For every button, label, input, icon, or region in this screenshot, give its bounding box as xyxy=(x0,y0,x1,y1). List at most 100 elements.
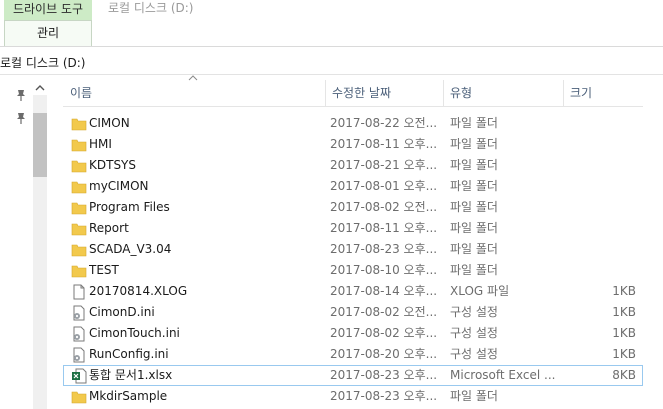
file-type: 파일 폴더 xyxy=(450,116,498,130)
file-type: 구성 설정 xyxy=(450,326,498,340)
file-size: 8KB xyxy=(612,368,636,382)
file-type: 파일 폴더 xyxy=(450,137,498,151)
file-row[interactable]: 20170814.XLOG 2017-08-14 오후... XLOG 파일 1KB xyxy=(63,281,643,302)
column-type[interactable]: 유형 xyxy=(443,80,563,106)
column-size[interactable]: 크기 xyxy=(563,80,643,106)
file-date-modified: 2017-08-02 오전... xyxy=(330,305,438,319)
file-list: CIMON 2017-08-22 오전... 파일 폴더 HMI 2017-08-11 … xyxy=(63,113,643,407)
pin-icon[interactable] xyxy=(14,88,28,102)
file-name: 20170814.XLOG xyxy=(89,284,188,298)
file-size xyxy=(566,386,636,407)
folder-row[interactable]: HMI 2017-08-11 오후... 파일 폴더 xyxy=(63,134,643,155)
column-name[interactable]: 이름 xyxy=(63,80,325,106)
file-size xyxy=(566,134,636,155)
manage-tab[interactable]: 관리 xyxy=(4,20,92,46)
folder-icon xyxy=(71,181,87,194)
folder-icon xyxy=(71,160,87,173)
file-date-modified: 2017-08-21 오후... xyxy=(330,158,438,172)
window-title: 로컬 디스크 (D:) xyxy=(108,1,194,15)
file-date-modified: 2017-08-02 오전... xyxy=(330,200,438,214)
folder-row[interactable]: KDTSYS 2017-08-21 오후... 파일 폴더 xyxy=(63,155,643,176)
file-name: Program Files xyxy=(89,200,170,214)
file-date-modified: 2017-08-11 오후... xyxy=(330,137,438,151)
file-size xyxy=(566,197,636,218)
file-size xyxy=(566,260,636,281)
folder-icon xyxy=(71,223,87,236)
folder-icon xyxy=(71,265,87,278)
config-file-icon xyxy=(73,305,85,321)
file-size: 1KB xyxy=(612,305,636,319)
excel-file-icon xyxy=(72,368,87,384)
file-name: Report xyxy=(89,221,129,235)
column-header: 이름 수정한 날짜 유형 크기 xyxy=(63,75,643,107)
file-date-modified: 2017-08-10 오후... xyxy=(330,263,438,277)
folder-icon xyxy=(71,391,87,404)
config-file-icon xyxy=(73,326,85,342)
file-type: 파일 폴더 xyxy=(450,263,498,277)
folder-row[interactable]: TEST 2017-08-10 오후... 파일 폴더 xyxy=(63,260,643,281)
file-date-modified: 2017-08-20 오후... xyxy=(330,347,438,361)
folder-icon xyxy=(71,139,87,152)
file-size xyxy=(566,113,636,134)
folder-row[interactable]: SCADA_V3.04 2017-08-23 오후... 파일 폴더 xyxy=(63,239,643,260)
folder-row[interactable]: MkdirSample 2017-08-23 오후... 파일 폴더 xyxy=(63,386,643,407)
file-size xyxy=(566,155,636,176)
column-date-modified[interactable]: 수정한 날짜 xyxy=(325,80,443,106)
file-name: MkdirSample xyxy=(89,389,168,403)
file-size xyxy=(566,218,636,239)
file-name: 통합 문서1.xlsx xyxy=(89,368,173,382)
file-type: Microsoft Excel ... xyxy=(450,368,556,382)
file-size: 1KB xyxy=(612,326,636,340)
folder-icon xyxy=(71,244,87,257)
file-name: CIMON xyxy=(89,116,130,130)
ribbon: 드라이브 도구 관리 로컬 디스크 (D:) xyxy=(0,0,663,47)
file-date-modified: 2017-08-23 오후... xyxy=(330,389,438,403)
file-date-modified: 2017-08-01 오후... xyxy=(330,179,438,193)
folder-row[interactable]: Program Files 2017-08-02 오전... 파일 폴더 xyxy=(63,197,643,218)
config-file-icon xyxy=(73,347,85,363)
file-size: 1KB xyxy=(612,347,636,361)
file-row[interactable]: CimonTouch.ini 2017-08-02 오후... 구성 설정 1KB xyxy=(63,323,643,344)
file-type: 파일 폴더 xyxy=(450,158,498,172)
file-date-modified: 2017-08-23 오후... xyxy=(330,368,438,382)
file-date-modified: 2017-08-14 오후... xyxy=(330,284,438,298)
file-type: 파일 폴더 xyxy=(450,242,498,256)
scrollbar-thumb[interactable] xyxy=(33,113,47,177)
file-type: 구성 설정 xyxy=(450,347,498,361)
folder-icon xyxy=(71,202,87,215)
file-size xyxy=(566,239,636,260)
file-icon xyxy=(73,284,85,300)
folder-row[interactable]: myCIMON 2017-08-01 오후... 파일 폴더 xyxy=(63,176,643,197)
file-type: 파일 폴더 xyxy=(450,200,498,214)
file-type: 구성 설정 xyxy=(450,305,498,319)
address-path: 로컬 디스크 (D:) xyxy=(0,56,86,70)
file-type: 파일 폴더 xyxy=(450,221,498,235)
file-type: 파일 폴더 xyxy=(450,389,498,403)
file-name: HMI xyxy=(89,137,112,151)
pin-icon[interactable] xyxy=(14,111,28,125)
file-name: TEST xyxy=(89,263,119,277)
folder-icon xyxy=(71,118,87,131)
file-name: CimonTouch.ini xyxy=(89,326,180,340)
file-row[interactable]: 통합 문서1.xlsx 2017-08-23 오후... Microsoft Exc… xyxy=(63,365,643,386)
file-date-modified: 2017-08-11 오후... xyxy=(330,221,438,235)
file-name: RunConfig.ini xyxy=(89,347,169,361)
address-bar[interactable]: 로컬 디스크 (D:) xyxy=(0,52,663,75)
file-type: 파일 폴더 xyxy=(450,179,498,193)
file-size xyxy=(566,176,636,197)
file-name: CimonD.ini xyxy=(89,305,155,319)
scroll-up-icon[interactable] xyxy=(33,82,47,94)
file-row[interactable]: RunConfig.ini 2017-08-20 오후... 구성 설정 1KB xyxy=(63,344,643,365)
folder-row[interactable]: Report 2017-08-11 오후... 파일 폴더 xyxy=(63,218,643,239)
file-date-modified: 2017-08-22 오전... xyxy=(330,116,438,130)
drive-tools-tab-header[interactable]: 드라이브 도구 xyxy=(4,0,92,20)
file-name: KDTSYS xyxy=(89,158,137,172)
file-size: 1KB xyxy=(612,284,636,298)
file-name: myCIMON xyxy=(89,179,149,193)
file-type: XLOG 파일 xyxy=(450,284,510,298)
folder-row[interactable]: CIMON 2017-08-22 오전... 파일 폴더 xyxy=(63,113,643,134)
file-name: SCADA_V3.04 xyxy=(89,242,172,256)
file-row[interactable]: CimonD.ini 2017-08-02 오전... 구성 설정 1KB xyxy=(63,302,643,323)
file-date-modified: 2017-08-23 오후... xyxy=(330,242,438,256)
file-date-modified: 2017-08-02 오후... xyxy=(330,326,438,340)
